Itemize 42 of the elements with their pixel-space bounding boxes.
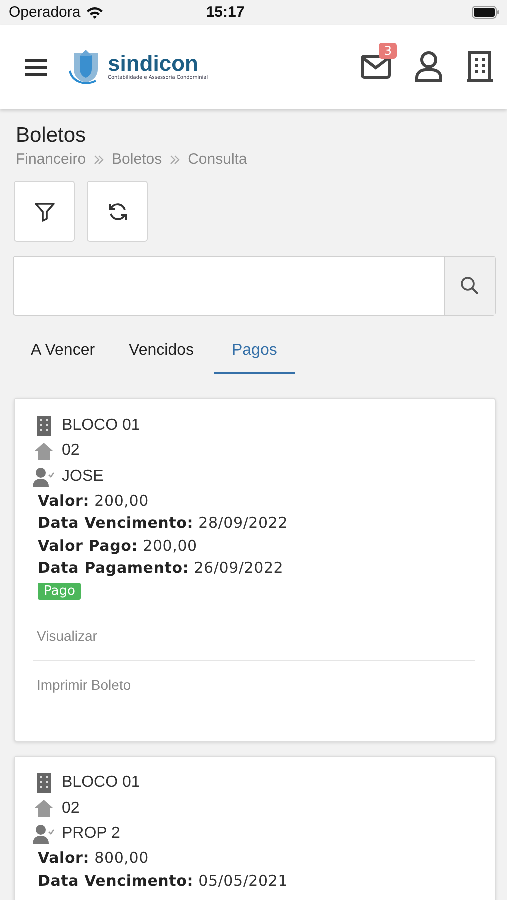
owner-name: PROP 2 [62,825,120,844]
clock-time: 15:17 [206,4,245,21]
breadcrumb-item[interactable]: Financeiro [16,151,86,168]
block-name: BLOCO 01 [62,416,140,435]
breadcrumb-item[interactable]: Consulta [188,151,248,168]
page-title: Boletos [16,124,88,148]
notification-badge: 3 [379,43,397,59]
card-action-link[interactable]: Visualizar [33,600,475,660]
detail-line: Valor: 800,00 [37,848,150,869]
owner-name: JOSE [62,468,104,486]
breadcrumb-item[interactable]: Boletos [112,151,162,168]
wifi-icon [86,6,104,19]
tab[interactable]: A Vencer [17,338,112,374]
double-chevron-icon [94,154,104,164]
filter-button[interactable] [14,181,75,242]
battery-icon [472,6,500,19]
detail-line: Valor Pago: 200,00 [37,536,198,556]
detail-line: Valor: 200,00 [37,490,150,512]
user-check-icon [33,824,55,844]
menu-icon[interactable] [24,57,48,77]
house-icon [33,799,55,818]
building-icon[interactable] [467,51,493,83]
tab[interactable]: Pagos [214,338,296,374]
detail-line: Data Vencimento: 28/09/2022 [37,513,290,534]
user-check-icon [33,466,55,487]
envelope-icon[interactable] [361,55,391,79]
double-chevron-icon [170,154,180,164]
card-action-link[interactable]: Imprimir Boleto [33,660,475,728]
user-icon[interactable] [415,51,443,83]
logo-wordmark: sindicon [108,53,198,75]
house-icon [33,442,55,461]
unit-number: 02 [62,442,80,460]
carrier-name: Operadora [9,4,81,21]
filter-icon [34,200,56,222]
refresh-button[interactable] [87,181,148,242]
unit-number: 02 [62,800,80,818]
block-name: BLOCO 01 [62,774,140,792]
refresh-icon [106,200,128,222]
detail-line: Data Pagamento: 26/09/2022 [37,558,285,579]
detail-line: Data Vencimento: 05/05/2021 [37,870,290,892]
tab[interactable]: Vencidos [115,338,210,374]
status-label: Pago [38,582,82,600]
